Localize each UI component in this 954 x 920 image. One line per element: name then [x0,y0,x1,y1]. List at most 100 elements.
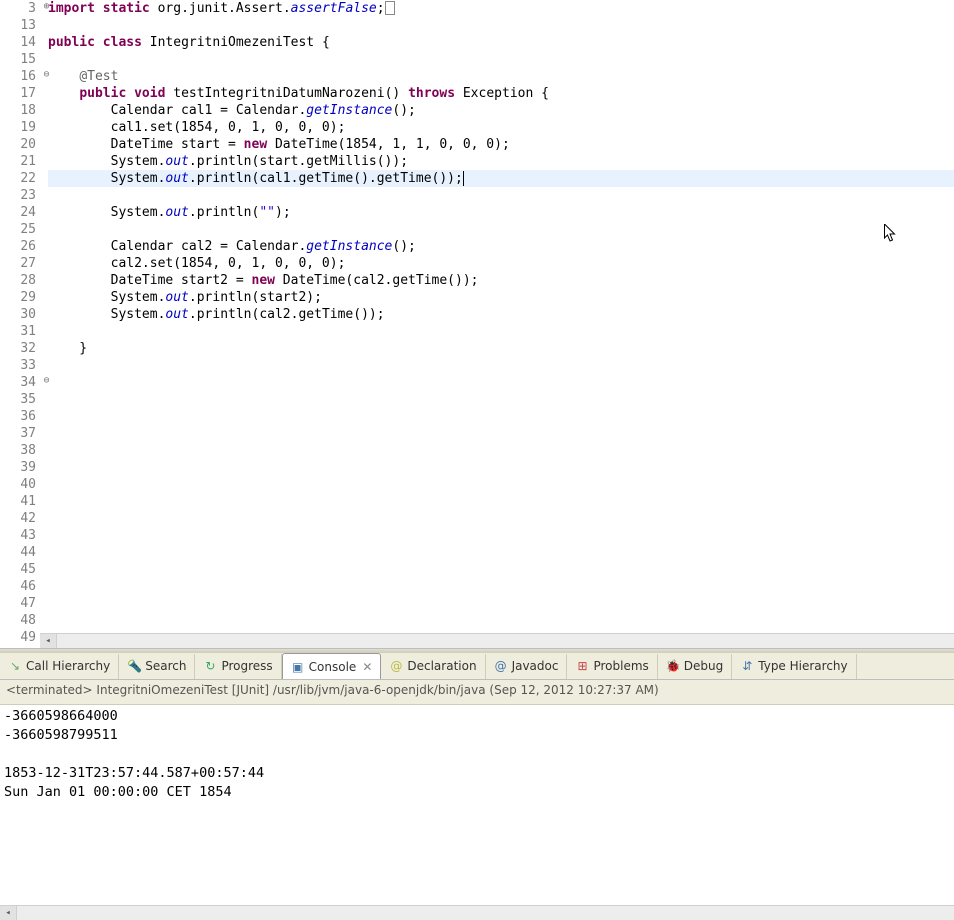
code-line[interactable]: System.out.println(""); [48,204,954,221]
code-line[interactable] [48,578,954,595]
tab-label: Search [145,659,186,673]
line-number: 43 [0,527,40,544]
code-line[interactable] [48,459,954,476]
code-line[interactable]: public class IntegritniOmezeniTest { [48,34,954,51]
declaration-icon: @ [389,659,403,673]
line-number: 35 [0,391,40,408]
tab-problems[interactable]: ⊞ Problems [567,654,657,679]
line-number: 36 [0,408,40,425]
line-number: 40 [0,476,40,493]
code-line[interactable] [48,374,954,391]
code-line[interactable]: System.out.println(cal2.getTime()); [48,306,954,323]
code-line[interactable] [48,612,954,629]
close-tab-icon[interactable]: ✕ [362,660,372,674]
tab-declaration[interactable]: @Declaration [381,654,485,679]
tab-label: Type Hierarchy [758,659,847,673]
tab-label: Console [309,660,357,674]
scroll-left-arrow-icon[interactable]: ◂ [0,906,17,920]
line-number: 46 [0,578,40,595]
editor-horizontal-scrollbar[interactable]: ◂ [40,633,954,648]
folded-imports-icon[interactable] [385,1,395,15]
console-horizontal-scrollbar[interactable]: ◂ [0,905,954,920]
code-line[interactable]: DateTime start2 = new DateTime(cal2.getT… [48,272,954,289]
scroll-left-arrow-icon[interactable]: ◂ [40,634,57,648]
code-line[interactable] [48,408,954,425]
line-number: 23 [0,187,40,204]
code-line[interactable] [48,391,954,408]
line-number: 47 [0,595,40,612]
line-number: 21 [0,153,40,170]
code-line[interactable] [48,527,954,544]
tab-label: Debug [684,659,723,673]
code-line[interactable] [48,323,954,340]
line-number: 34⊖ [0,374,40,391]
tab-console[interactable]: ▣ Console ✕ [282,653,382,680]
tab-call-hierarchy[interactable]: ↘ Call Hierarchy [0,654,119,679]
code-line[interactable]: import static org.junit.Assert.assertFal… [48,0,954,17]
line-number: 45 [0,561,40,578]
line-number: 3⊕ [0,0,40,17]
tab-label: Call Hierarchy [26,659,110,673]
code-line[interactable]: DateTime start = new DateTime(1854, 1, 1… [48,136,954,153]
line-number: 17 [0,85,40,102]
code-line[interactable] [48,357,954,374]
code-line[interactable] [48,187,954,204]
code-line[interactable]: cal1.set(1854, 0, 1, 0, 0, 0); [48,119,954,136]
line-number: 32 [0,340,40,357]
code-line[interactable] [48,442,954,459]
line-number: 19 [0,119,40,136]
debug-icon: 🐞 [666,659,680,673]
search-icon: 🔦 [127,659,141,673]
tab-label: Problems [593,659,648,673]
code-line[interactable]: cal2.set(1854, 0, 1, 0, 0, 0); [48,255,954,272]
line-number: 16⊖ [0,68,40,85]
code-line[interactable] [48,17,954,34]
console-output[interactable]: -3660598664000 -3660598799511 1853-12-31… [0,705,954,889]
tab-progress[interactable]: ↻Progress [195,654,281,679]
line-number: 31 [0,323,40,340]
code-line[interactable] [48,493,954,510]
code-line[interactable]: System.out.println(cal1.getTime().getTim… [48,170,954,187]
line-number: 30 [0,306,40,323]
line-number: 37 [0,425,40,442]
code-area[interactable]: import static org.junit.Assert.assertFal… [48,0,954,648]
tab-javadoc[interactable]: @ Javadoc [486,654,568,679]
line-number: 15 [0,51,40,68]
javadoc-icon: @ [494,659,508,673]
code-line[interactable]: System.out.println(start.getMillis()); [48,153,954,170]
code-line[interactable]: } [48,340,954,357]
console-status-line: <terminated> IntegritniOmezeniTest [JUni… [0,680,954,705]
line-number: 33 [0,357,40,374]
console-icon: ▣ [291,660,305,674]
code-line[interactable] [48,51,954,68]
code-line[interactable] [48,425,954,442]
line-number: 41 [0,493,40,510]
line-number: 24 [0,204,40,221]
line-number: 18 [0,102,40,119]
call-hierarchy-icon: ↘ [8,659,22,673]
code-line[interactable]: public void testIntegritniDatumNarozeni(… [48,85,954,102]
line-number-gutter: 3⊕13141516⊖17181920212223242526272829303… [0,0,40,648]
line-number: 49 [0,629,40,646]
problems-icon: ⊞ [575,659,589,673]
line-number: 14 [0,34,40,51]
code-line[interactable]: Calendar cal2 = Calendar.getInstance(); [48,238,954,255]
progress-icon: ↻ [203,659,217,673]
line-number: 44 [0,544,40,561]
code-line[interactable] [48,510,954,527]
line-number: 48 [0,612,40,629]
tab-search[interactable]: 🔦 Search [119,654,195,679]
code-line[interactable] [48,476,954,493]
line-number: 42 [0,510,40,527]
code-line[interactable] [48,221,954,238]
code-line[interactable]: Calendar cal1 = Calendar.getInstance(); [48,102,954,119]
code-line[interactable]: @Test [48,68,954,85]
tab-label: Javadoc [512,659,559,673]
code-line[interactable]: System.out.println(start2); [48,289,954,306]
tab-type-hierarchy[interactable]: ⇵Type Hierarchy [732,654,856,679]
code-line[interactable] [48,595,954,612]
code-line[interactable] [48,561,954,578]
code-line[interactable] [48,544,954,561]
code-editor[interactable]: 3⊕13141516⊖17181920212223242526272829303… [0,0,954,649]
tab-debug[interactable]: 🐞 Debug [658,654,732,679]
